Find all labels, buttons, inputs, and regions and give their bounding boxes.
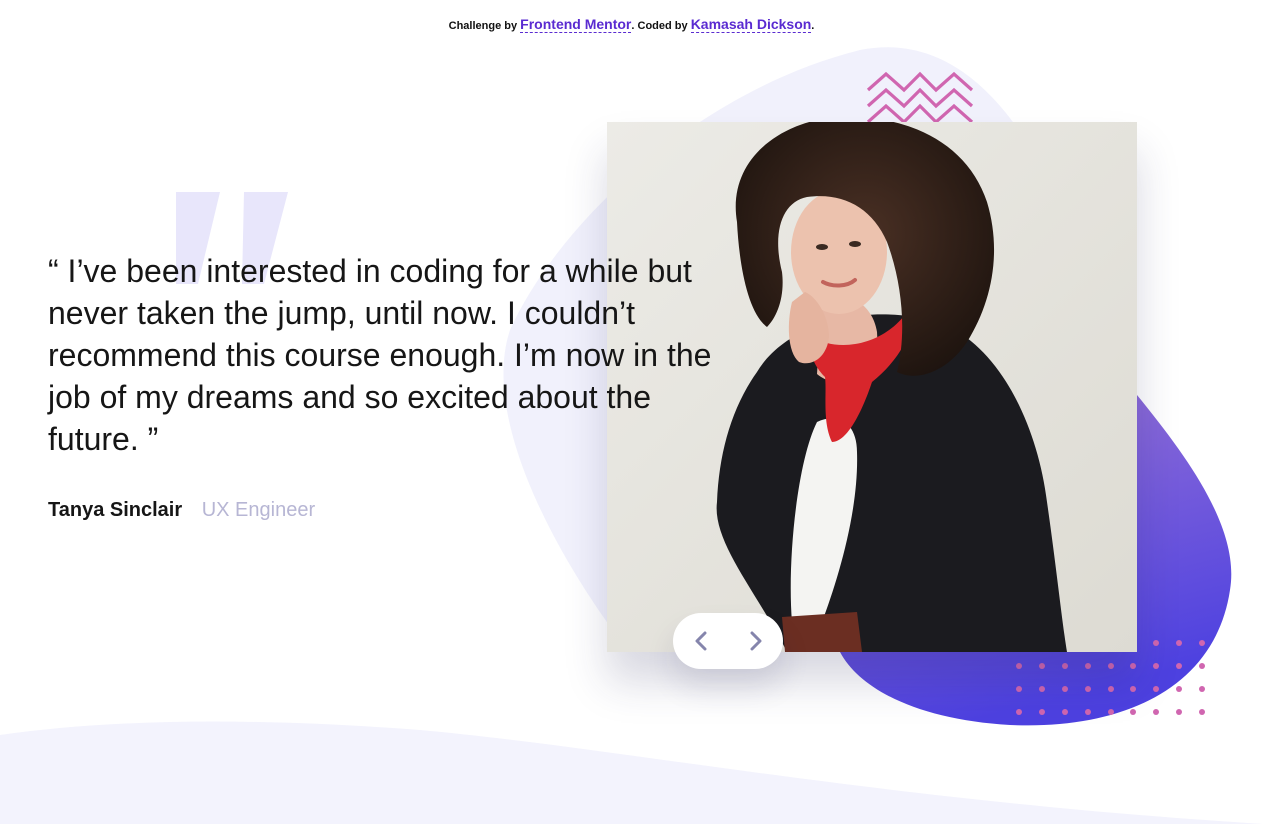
author-role: UX Engineer bbox=[201, 499, 316, 521]
testimonial-page: Challenge by Frontend Mentor. Coded by K… bbox=[0, 0, 1263, 824]
previous-button[interactable] bbox=[673, 613, 728, 669]
chevron-right-icon bbox=[750, 631, 761, 651]
testimonial-quote: “ I’ve been interested in coding for a w… bbox=[48, 253, 712, 457]
author-link[interactable]: Kamasah Dickson bbox=[690, 16, 812, 33]
testimonial-author: Tanya Sinclair UX Engineer bbox=[48, 499, 315, 522]
background-wave bbox=[0, 721, 1263, 824]
attribution-middle: . Coded by bbox=[631, 20, 688, 32]
zigzag-pattern-icon bbox=[866, 71, 974, 122]
next-button[interactable] bbox=[728, 613, 783, 669]
author-name: Tanya Sinclair bbox=[48, 499, 183, 521]
attribution: Challenge by Frontend Mentor. Coded by K… bbox=[0, 16, 1263, 33]
chevron-left-icon bbox=[695, 631, 706, 651]
slider-navigation bbox=[673, 613, 783, 669]
attribution-prefix: Challenge by bbox=[448, 20, 518, 32]
attribution-suffix: . bbox=[811, 20, 815, 32]
frontend-mentor-link[interactable]: Frontend Mentor bbox=[520, 16, 632, 33]
